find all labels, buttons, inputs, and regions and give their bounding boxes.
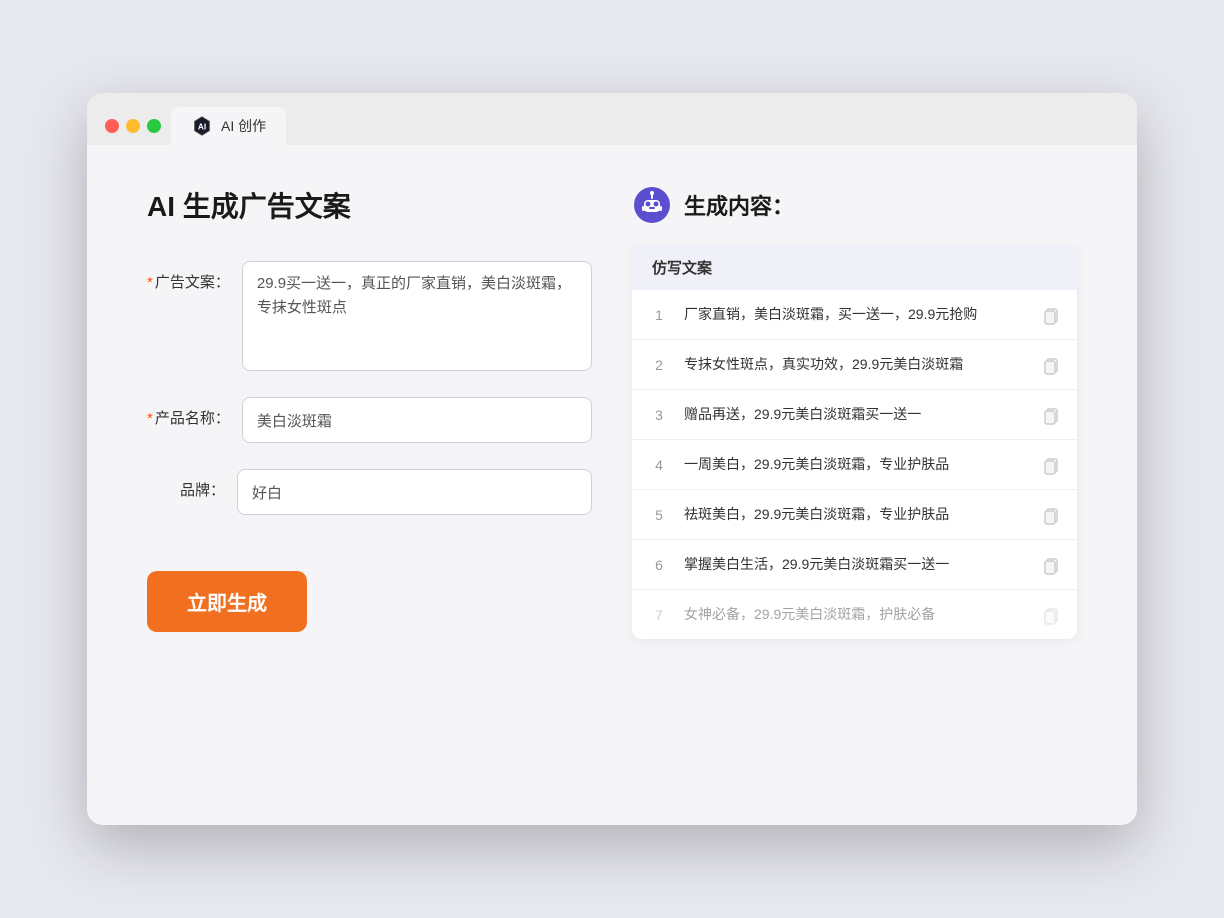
result-header: 生成内容： xyxy=(632,185,1077,225)
copy-icon[interactable] xyxy=(1041,505,1061,525)
label-ad-copy: *广告文案： xyxy=(147,261,242,292)
row-text: 厂家直销，美白淡斑霜，买一送一，29.9元抢购 xyxy=(684,304,1027,325)
row-text: 掌握美白生活，29.9元美白淡斑霜买一送一 xyxy=(684,554,1027,575)
row-number: 1 xyxy=(648,307,670,323)
copy-icon[interactable] xyxy=(1041,405,1061,425)
copy-icon[interactable] xyxy=(1041,605,1061,625)
required-marker: * xyxy=(147,274,153,291)
traffic-lights xyxy=(105,119,161,145)
row-number: 6 xyxy=(648,557,670,573)
row-text: 赠品再送，29.9元美白淡斑霜买一送一 xyxy=(684,404,1027,425)
browser-content: AI 生成广告文案 *广告文案： 29.9买一送一，真正的厂家直销，美白淡斑霜，… xyxy=(87,145,1137,825)
browser-tab[interactable]: AI AI 创作 xyxy=(171,107,286,145)
row-number: 7 xyxy=(648,607,670,623)
required-marker-2: * xyxy=(147,410,153,427)
row-text: 专抹女性斑点，真实功效，29.9元美白淡斑霜 xyxy=(684,354,1027,375)
input-product-name[interactable] xyxy=(242,397,592,443)
label-product-name: *产品名称： xyxy=(147,397,242,428)
tab-label: AI 创作 xyxy=(221,116,266,136)
generate-button[interactable]: 立即生成 xyxy=(147,571,307,632)
result-row: 6 掌握美白生活，29.9元美白淡斑霜买一送一 xyxy=(632,540,1077,590)
row-number: 5 xyxy=(648,507,670,523)
row-number: 2 xyxy=(648,357,670,373)
form-group-ad-copy: *广告文案： 29.9买一送一，真正的厂家直销，美白淡斑霜，专抹女性斑点 xyxy=(147,261,592,371)
left-panel: AI 生成广告文案 *广告文案： 29.9买一送一，真正的厂家直销，美白淡斑霜，… xyxy=(147,185,592,775)
form-group-product-name: *产品名称： xyxy=(147,397,592,443)
ai-tab-icon: AI xyxy=(191,115,213,137)
copy-icon[interactable] xyxy=(1041,355,1061,375)
label-brand: 品牌： xyxy=(147,469,237,500)
input-brand[interactable] xyxy=(237,469,592,515)
row-text: 一周美白，29.9元美白淡斑霜，专业护肤品 xyxy=(684,454,1027,475)
result-table: 仿写文案 1 厂家直销，美白淡斑霜，买一送一，29.9元抢购 2 专抹女性斑点，… xyxy=(632,245,1077,639)
result-row-faded: 7 女神必备，29.9元美白淡斑霜，护肤必备 xyxy=(632,590,1077,639)
page-title: AI 生成广告文案 xyxy=(147,185,592,225)
traffic-light-minimize[interactable] xyxy=(126,119,140,133)
traffic-light-close[interactable] xyxy=(105,119,119,133)
copy-icon[interactable] xyxy=(1041,455,1061,475)
row-number: 4 xyxy=(648,457,670,473)
row-number: 3 xyxy=(648,407,670,423)
result-row: 3 赠品再送，29.9元美白淡斑霜买一送一 xyxy=(632,390,1077,440)
svg-text:AI: AI xyxy=(198,123,206,132)
row-text: 女神必备，29.9元美白淡斑霜，护肤必备 xyxy=(684,604,1027,625)
traffic-light-fullscreen[interactable] xyxy=(147,119,161,133)
right-panel: 生成内容： 仿写文案 1 厂家直销，美白淡斑霜，买一送一，29.9元抢购 2 专… xyxy=(632,185,1077,775)
result-table-header: 仿写文案 xyxy=(632,245,1077,290)
browser-window: AI AI 创作 AI 生成广告文案 *广告文案： 29.9买一送一，真正的厂家… xyxy=(87,93,1137,825)
result-row: 1 厂家直销，美白淡斑霜，买一送一，29.9元抢购 xyxy=(632,290,1077,340)
result-row: 2 专抹女性斑点，真实功效，29.9元美白淡斑霜 xyxy=(632,340,1077,390)
result-title: 生成内容： xyxy=(684,189,794,221)
copy-icon[interactable] xyxy=(1041,555,1061,575)
result-row: 4 一周美白，29.9元美白淡斑霜，专业护肤品 xyxy=(632,440,1077,490)
result-row: 5 祛斑美白，29.9元美白淡斑霜，专业护肤品 xyxy=(632,490,1077,540)
copy-icon[interactable] xyxy=(1041,305,1061,325)
row-text: 祛斑美白，29.9元美白淡斑霜，专业护肤品 xyxy=(684,504,1027,525)
browser-titlebar: AI AI 创作 xyxy=(87,93,1137,145)
textarea-ad-copy[interactable]: 29.9买一送一，真正的厂家直销，美白淡斑霜，专抹女性斑点 xyxy=(242,261,592,371)
robot-icon xyxy=(632,185,672,225)
form-group-brand: 品牌： xyxy=(147,469,592,515)
